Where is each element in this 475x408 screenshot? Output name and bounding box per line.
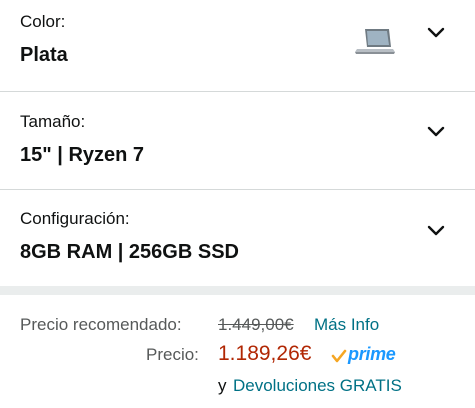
list-price: 1.449,00€: [218, 315, 294, 334]
configuration-label: Configuración:: [20, 209, 130, 228]
returns-prefix: y: [218, 376, 227, 395]
color-selector[interactable]: Color: Plata: [0, 0, 475, 92]
chevron-down-icon[interactable]: [424, 219, 448, 243]
more-info-link[interactable]: Más Info: [314, 315, 379, 335]
chevron-down-icon[interactable]: [424, 21, 448, 45]
product-options-page: Color: Plata Tamaño: 15" | Ryzen 7 Confi…: [0, 0, 475, 408]
list-price-label: Precio recomendado:: [20, 315, 182, 334]
laptop-thumbnail-icon: [355, 29, 395, 54]
chevron-down-icon[interactable]: [424, 120, 448, 144]
color-label: Color:: [20, 12, 66, 31]
current-price: 1.189,26€: [218, 342, 312, 365]
size-selector[interactable]: Tamaño: 15" | Ryzen 7: [0, 92, 475, 190]
price-block: Precio recomendado: 1.449,00€ Más Info P…: [0, 295, 475, 408]
size-value: 15" | Ryzen 7: [20, 144, 145, 166]
free-returns-link[interactable]: Devoluciones GRATIS: [233, 376, 402, 396]
configuration-value: 8GB RAM | 256GB SSD: [20, 241, 239, 263]
prime-logo-text: prime: [348, 344, 396, 364]
prime-badge: prime: [331, 344, 403, 366]
prime-check-icon: [331, 349, 347, 363]
section-separator: [0, 286, 475, 295]
configuration-selector[interactable]: Configuración: 8GB RAM | 256GB SSD: [0, 190, 475, 286]
size-label: Tamaño:: [20, 112, 86, 131]
price-label: Precio:: [146, 345, 199, 364]
color-value: Plata: [20, 44, 68, 66]
